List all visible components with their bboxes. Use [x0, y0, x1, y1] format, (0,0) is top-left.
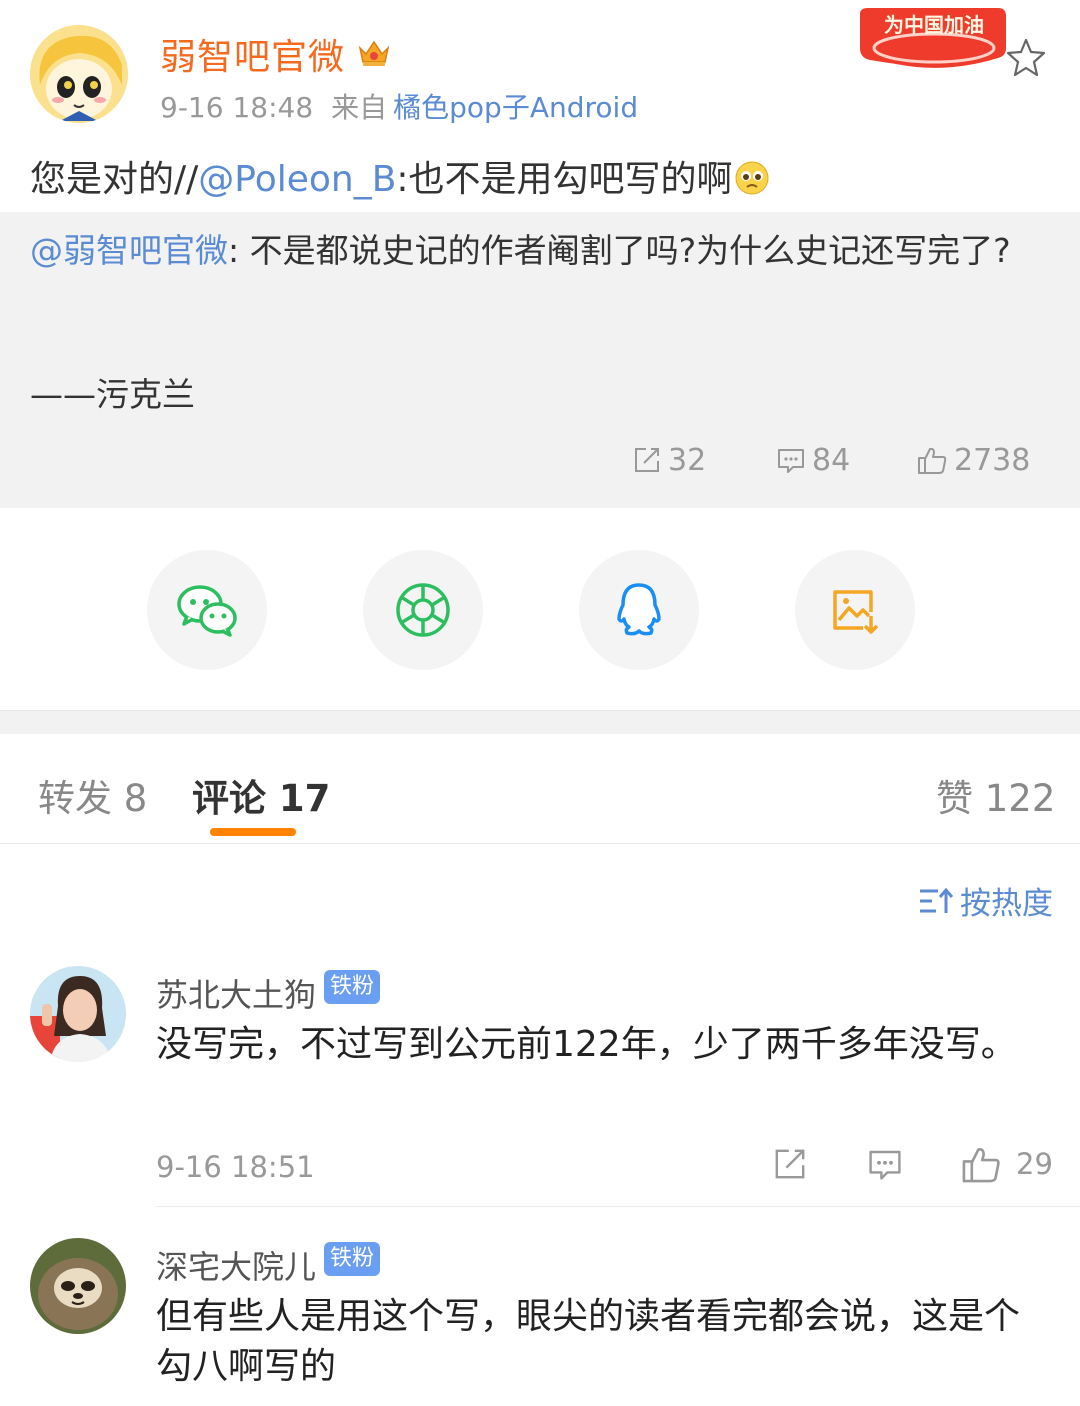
comment-reply-button[interactable] — [866, 1146, 904, 1182]
quoted-repost-count[interactable]: 32 — [632, 440, 706, 480]
quoted-comment-count[interactable]: 84 — [776, 440, 850, 480]
quoted-post[interactable]: @弱智吧官微: 不是都说史记的作者阉割了吗?为什么史记还写完了? ——污克兰 3… — [0, 212, 1080, 508]
active-tab-indicator — [210, 828, 296, 836]
share-wechat-button[interactable] — [147, 550, 267, 670]
mention-link[interactable]: @Poleon_B — [198, 159, 396, 200]
save-image-button[interactable] — [795, 550, 915, 670]
comment-divider — [156, 1206, 1080, 1207]
comment-like-count: 29 — [1016, 1147, 1053, 1181]
quoted-author-link[interactable]: @弱智吧官微 — [30, 231, 228, 270]
save-image-icon — [833, 590, 879, 634]
comment-icon — [778, 449, 804, 473]
commenter-name[interactable]: 苏北大土狗 — [156, 970, 316, 1016]
share-qq-button[interactable] — [579, 550, 699, 670]
comment-text: 但有些人是用这个写，眼尖的读者看完都会说，这是个勾八啊写的 — [156, 1296, 1021, 1387]
comment-item: 苏北大土狗 铁粉 没写完，不过写到公元前122年，少了两千多年没写。 9-16 … — [0, 966, 1080, 1216]
share-row — [0, 508, 1080, 710]
comment-repost-button[interactable] — [772, 1146, 808, 1182]
repost-text-suffix: :也不是用勾吧写的啊 — [396, 159, 733, 200]
vip-crown-icon — [358, 40, 390, 66]
tab-likes[interactable]: 赞 122 — [936, 768, 1055, 822]
pleading-face-emoji-icon — [735, 161, 769, 195]
author-name[interactable]: 弱智吧官微 — [160, 28, 345, 80]
post-source[interactable]: 橘色pop子Android — [393, 91, 638, 124]
thumbs-up-icon — [962, 1148, 1000, 1183]
comment-icon — [869, 1150, 901, 1180]
post-time: 9-16 18:48 — [160, 91, 314, 124]
repost-text-prefix: 您是对的// — [30, 159, 199, 200]
sort-button[interactable]: 按热度 — [918, 878, 1053, 923]
author-avatar[interactable] — [30, 25, 128, 123]
promo-badge[interactable]: 为中国加油 — [856, 4, 1008, 74]
share-moments-button[interactable] — [363, 550, 483, 670]
repost-icon — [635, 448, 659, 472]
repost-text: 您是对的//@Poleon_B:也不是用勾吧写的啊 — [30, 150, 769, 202]
quoted-like-count[interactable]: 2738 — [916, 440, 1030, 480]
post-header: 弱智吧官微 9-16 18:48 来自 橘色pop子Android 为中国加油 — [0, 0, 1080, 130]
tab-comments[interactable]: 评论 17 — [192, 768, 330, 822]
quoted-text: : 不是都说史记的作者阉割了吗?为什么史记还写完了? — [228, 231, 1011, 270]
thumbs-up-icon — [918, 447, 947, 474]
qq-icon — [617, 583, 661, 636]
comment-text: 没写完，不过写到公元前122年，少了两千多年没写。 — [156, 1024, 1017, 1065]
fan-badge: 铁粉 — [324, 1242, 381, 1276]
commenter-avatar[interactable] — [30, 966, 126, 1062]
favorite-star-icon[interactable] — [1004, 36, 1048, 80]
quoted-signature: ——污克兰 — [30, 375, 195, 414]
post-meta: 9-16 18:48 来自 橘色pop子Android — [160, 86, 638, 126]
tab-bar: 转发 8 评论 17 赞 122 — [0, 734, 1080, 844]
commenter-avatar[interactable] — [30, 1238, 126, 1334]
from-label: 来自 — [331, 91, 388, 124]
sort-icon — [920, 887, 954, 913]
section-divider — [0, 710, 1080, 734]
fan-badge: 铁粉 — [324, 970, 381, 1004]
comment-time: 9-16 18:51 — [156, 1150, 315, 1184]
promo-text: 为中国加油 — [884, 13, 984, 37]
moments-icon — [396, 583, 450, 637]
wechat-icon — [177, 585, 237, 637]
quoted-body: @弱智吧官微: 不是都说史记的作者阉割了吗?为什么史记还写完了? — [30, 228, 1030, 274]
comment-like-button[interactable]: 29 — [960, 1144, 1053, 1184]
tab-reposts[interactable]: 转发 8 — [38, 768, 147, 822]
commenter-name[interactable]: 深宅大院儿 — [156, 1242, 316, 1288]
comment-item: 深宅大院儿 铁粉 但有些人是用这个写，眼尖的读者看完都会说，这是个勾八啊写的 — [0, 1238, 1080, 1406]
repost-icon — [775, 1149, 805, 1179]
